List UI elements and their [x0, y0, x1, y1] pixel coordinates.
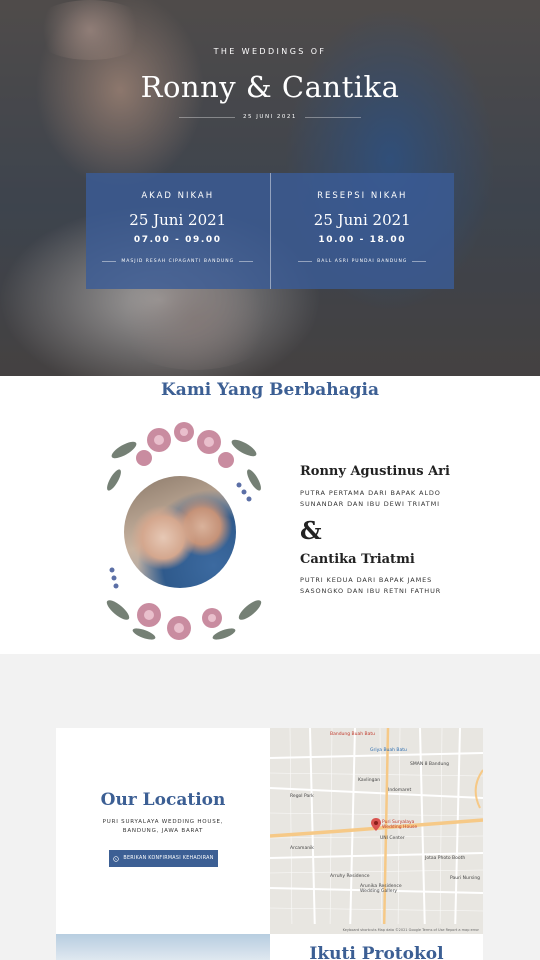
hero-kicker: THE WEDDINGS OF — [213, 47, 327, 56]
divider — [304, 116, 361, 118]
event-akad: AKAD NIKAH 25 Juni 2021 07.00 - 09.00 MA… — [86, 173, 270, 289]
event-date: 25 Juni 2021 — [129, 211, 227, 229]
event-place-row: BALL ASRI PUNDAI BANDUNG — [271, 259, 455, 264]
bride-name: Cantika Triatmi — [300, 552, 415, 567]
map-label: Indomaret — [388, 788, 412, 793]
bride-description: PUTRI KEDUA DARI BAPAK JAMES SASONGKO DA… — [300, 576, 442, 595]
divider — [412, 261, 427, 262]
map-label: UNI Center — [380, 836, 405, 841]
divider — [102, 261, 117, 262]
event-time: 07.00 - 09.00 — [133, 235, 222, 245]
divider — [298, 261, 313, 262]
map-embed[interactable]: Bandung Buah Batu Griya Buah Batu SMAN 8… — [270, 728, 483, 934]
events-card: AKAD NIKAH 25 Juni 2021 07.00 - 09.00 MA… — [86, 173, 454, 289]
event-title: RESEPSI NIKAH — [317, 191, 408, 201]
groom-name: Ronny Agustinus Ari — [300, 464, 450, 479]
map-label: Puri Suryalaya Wedding House — [382, 820, 418, 830]
divider — [239, 261, 254, 262]
event-place: MASJID RESAH CIPAGANTI BANDUNG — [121, 259, 235, 264]
groom-description: PUTRA PERTAMA DARI BAPAK ALDO SUNANDAR D… — [300, 489, 441, 508]
hero-section: THE WEDDINGS OF Ronny & Cantika 25 JUNI … — [0, 0, 540, 376]
event-title: AKAD NIKAH — [141, 191, 215, 201]
event-place: BALL ASRI PUNDAI BANDUNG — [317, 259, 408, 264]
location-card: Our Location PURI SURYALAYA WEDDING HOUS… — [56, 728, 270, 934]
location-section: Our Location PURI SURYALAYA WEDDING HOUS… — [0, 654, 540, 960]
couple-title: Ronny & Cantika — [140, 70, 400, 104]
event-resepsi: RESEPSI NIKAH 25 Juni 2021 10.00 - 18.00… — [269, 173, 455, 289]
event-date: 25 Juni 2021 — [313, 211, 411, 229]
map-label: Bandung Buah Batu — [330, 732, 375, 737]
location-title: Our Location — [100, 790, 226, 810]
rsvp-button[interactable]: BERIKAN KONFIRMASI KEHADIRAN — [109, 850, 218, 867]
map-label: Pauri Nursing — [450, 876, 481, 881]
section-heading: Kami Yang Berbahagia — [161, 380, 379, 400]
map-label: Griya Buah Batu — [370, 748, 407, 753]
map-label: Arruhy Residence — [330, 874, 370, 879]
protocol-card: Ikuti Protokol — [270, 934, 483, 960]
map-credit: Keyboard shortcuts Map data ©2021 Google… — [342, 928, 479, 932]
hero-date-row: 25 JUNI 2021 — [0, 114, 540, 120]
location-address: PURI SURYALAYA WEDDING HOUSE, BANDUNG, J… — [102, 819, 224, 834]
map-label: Jotaa Photo Booth — [425, 856, 466, 861]
couple-photo — [124, 476, 236, 588]
map-label: Kavlingan — [358, 778, 381, 783]
event-place-row: MASJID RESAH CIPAGANTI BANDUNG — [86, 259, 270, 264]
map-label: Arcamanik — [290, 846, 314, 851]
protocol-title: Ikuti Protokol — [309, 944, 444, 960]
divider — [179, 116, 236, 118]
couple-section: Kami Yang Berbahagia Ronny Agustinus Ari — [0, 376, 540, 654]
map-roads — [270, 728, 483, 934]
map-pin-icon — [371, 818, 381, 831]
map-label: SMAN 8 Bandung — [410, 762, 450, 767]
map-label: Regol Park — [290, 794, 314, 799]
wedding-date: 25 JUNI 2021 — [243, 114, 297, 120]
whatsapp-icon — [113, 855, 120, 862]
event-time: 10.00 - 18.00 — [318, 235, 407, 245]
protocol-image — [56, 934, 270, 960]
rsvp-button-label: BERIKAN KONFIRMASI KEHADIRAN — [123, 856, 214, 861]
map-label: Arunika Residence Wedding Gallery — [360, 884, 402, 894]
ampersand: & — [300, 516, 322, 545]
